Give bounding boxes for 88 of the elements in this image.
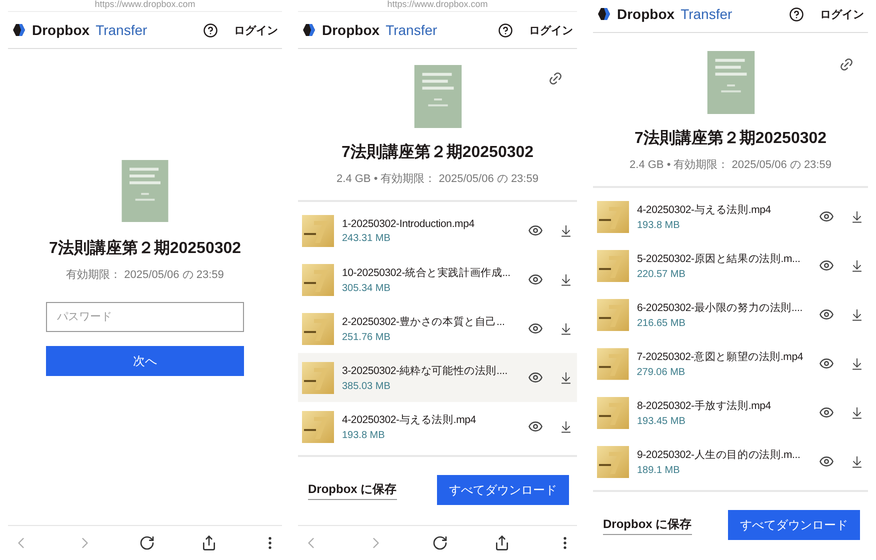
product-name: Transfer (386, 22, 438, 38)
file-row[interactable]: 2-20250302-豊かさの本質と自己... 251.76 MB (298, 304, 577, 353)
file-size: 251.76 MB (342, 332, 390, 342)
share-icon[interactable] (200, 534, 216, 551)
file-name: 9-20250302-人生の目的の法則.m... (637, 448, 800, 462)
preview-icon[interactable] (528, 272, 543, 287)
file-size: 243.31 MB (342, 232, 390, 244)
file-size: 193.8 MB (637, 220, 680, 230)
save-to-dropbox-link[interactable]: Dropbox に保存 (308, 480, 397, 500)
file-row[interactable]: 7-20250302-意図と願望の法則.mp4 279.06 MB (593, 339, 868, 388)
file-size: 385.03 MB (342, 380, 390, 392)
download-icon[interactable] (559, 370, 573, 384)
url-text: https://www.dropbox.com (298, 0, 577, 12)
download-all-button[interactable]: すべてダウンロード (728, 510, 860, 540)
file-row[interactable]: 4-20250302-与える法則.mp4 193.8 MB (593, 192, 868, 241)
preview-icon[interactable] (819, 454, 834, 469)
brand-name: Dropbox (32, 22, 90, 38)
download-icon[interactable] (850, 454, 864, 468)
help-icon[interactable] (203, 22, 218, 38)
download-icon[interactable] (559, 420, 573, 434)
password-field[interactable]: パスワード (46, 302, 244, 332)
file-name: 7-20250302-意図と願望の法則.mp4 (636, 350, 803, 364)
file-row[interactable]: 3-20250302-純粋な可能性の法則.... 385.03 MB (298, 353, 577, 402)
file-name: 4-20250302-与える法則.mp4 (342, 412, 476, 426)
file-name: 5-20250302-原因と結果の法則.m... (637, 252, 800, 266)
preview-icon[interactable] (819, 356, 834, 371)
file-size: 193.8 MB (342, 430, 385, 440)
file-name: 10-20250302-統合と実践計画作成... (342, 266, 510, 280)
preview-icon[interactable] (528, 223, 543, 238)
product-name: Transfer (96, 22, 148, 38)
share-icon[interactable] (494, 535, 510, 551)
download-icon[interactable] (559, 224, 573, 238)
preview-icon[interactable] (528, 370, 543, 385)
file-row[interactable]: 5-20250302-原因と結果の法則.m... 220.57 MB (593, 241, 868, 290)
file-size: 189.1 MB (637, 464, 680, 476)
transfer-meta: 2.4 GB • 有効期限： 2025/05/06 の 23:59 (336, 172, 540, 186)
download-icon[interactable] (850, 210, 864, 224)
preview-icon[interactable] (528, 419, 543, 434)
file-size: 193.45 MB (637, 416, 686, 426)
file-size: 305.34 MB (342, 282, 390, 294)
file-size: 216.65 MB (637, 318, 686, 328)
brand-name: Dropbox (617, 6, 675, 22)
brand-name: Dropbox (322, 22, 380, 38)
file-name: 8-20250302-手放す法則.mp4 (637, 398, 771, 412)
next-button[interactable]: 次へ (46, 346, 244, 376)
transfer-title: 7法則講座第２期20250302 (633, 128, 828, 149)
file-name: 1-20250302-Introduction.mp4 (342, 218, 474, 230)
preview-icon[interactable] (819, 405, 834, 420)
login-link[interactable]: ログイン (529, 22, 573, 38)
transfer-title: 7法則講座第２期20250302 (48, 238, 242, 260)
transfer-meta: 有効期限： 2025/05/06 の 23:59 (65, 268, 225, 282)
download-icon[interactable] (850, 308, 864, 322)
save-to-dropbox-link[interactable]: Dropbox に保存 (603, 516, 692, 534)
download-icon[interactable] (850, 258, 864, 272)
reload-icon[interactable] (432, 535, 448, 551)
file-size: 220.57 MB (637, 268, 686, 280)
login-link[interactable]: ログイン (234, 22, 278, 38)
download-icon[interactable] (850, 406, 864, 420)
file-name: 2-20250302-豊かさの本質と自己... (342, 314, 505, 328)
file-row[interactable]: 4-20250302-与える法則.mp4 193.8 MB (298, 402, 577, 451)
preview-icon[interactable] (819, 307, 834, 322)
transfer-title: 7法則講座第２期20250302 (340, 142, 535, 163)
file-name: 4-20250302-与える法則.mp4 (637, 202, 771, 216)
dropbox-logo-icon (302, 23, 316, 37)
product-name: Transfer (680, 6, 734, 22)
download-icon[interactable] (559, 322, 573, 336)
preview-icon[interactable] (819, 258, 834, 273)
url-text: https://www.dropbox.com (8, 0, 282, 12)
file-row[interactable]: 1-20250302-Introduction.mp4 243.31 MB (298, 206, 577, 255)
dropbox-logo-icon (12, 23, 26, 37)
dropbox-logo-icon (597, 7, 611, 21)
download-icon[interactable] (850, 356, 864, 370)
file-name: 6-20250302-最小限の努力の法則.... (637, 300, 802, 314)
login-link[interactable]: ログイン (820, 6, 864, 22)
preview-icon[interactable] (528, 321, 543, 336)
file-name: 3-20250302-純粋な可能性の法則.... (342, 364, 508, 378)
download-all-button[interactable]: すべてダウンロード (437, 475, 569, 505)
file-row[interactable]: 8-20250302-手放す法則.mp4 193.45 MB (593, 388, 868, 437)
help-icon[interactable] (498, 22, 513, 38)
file-row[interactable]: 9-20250302-人生の目的の法則.m... 189.1 MB (593, 437, 868, 486)
help-icon[interactable] (789, 6, 804, 22)
file-row[interactable]: 10-20250302-統合と実践計画作成... 305.34 MB (298, 255, 577, 304)
preview-icon[interactable] (819, 209, 834, 224)
download-icon[interactable] (559, 272, 573, 286)
file-row[interactable]: 6-20250302-最小限の努力の法則.... 216.65 MB (593, 290, 868, 339)
transfer-meta: 2.4 GB • 有効期限： 2025/05/06 の 23:59 (628, 158, 832, 172)
reload-icon[interactable] (139, 534, 155, 551)
file-size: 279.06 MB (636, 366, 686, 378)
